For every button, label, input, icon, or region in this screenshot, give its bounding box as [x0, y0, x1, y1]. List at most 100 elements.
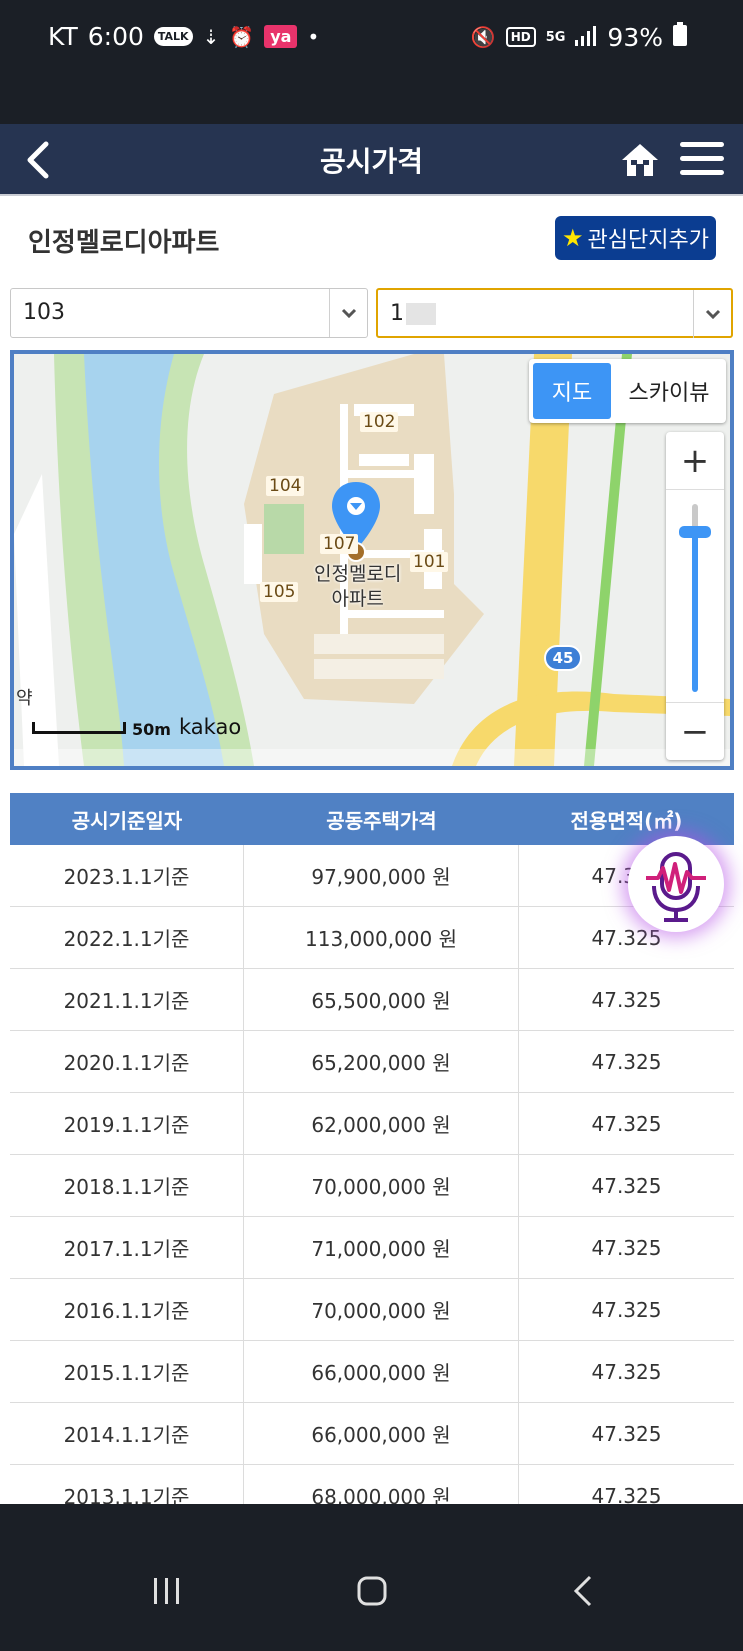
cell-date: 2018.1.1기준 [10, 1155, 244, 1216]
tab-map[interactable]: 지도 [533, 363, 611, 419]
home-icon [622, 144, 658, 176]
building-label-101: 101 [410, 552, 449, 572]
place-label-line2: 아파트 [331, 588, 384, 610]
cell-price: 62,000,000 원 [244, 1093, 519, 1154]
table-row: 2013.1.1기준 68,000,000 원 47.325 [10, 1465, 734, 1504]
cell-date: 2023.1.1기준 [10, 845, 244, 906]
place-label-line1: 인정멜로디 [314, 563, 402, 585]
app-header: 공시가격 [0, 124, 743, 196]
home-nav-button[interactable] [356, 1574, 388, 1608]
table-row: 2020.1.1기준 65,200,000 원 47.325 [10, 1031, 734, 1093]
cell-area: 47.325 [591, 1359, 662, 1384]
table-row: 2016.1.1기준 70,000,000 원 47.325 [10, 1279, 734, 1341]
hamburger-menu-icon [680, 142, 724, 147]
map-place-label: 인정멜로디 아파트 [314, 562, 401, 612]
header-price: 공동주택가격 [326, 808, 437, 833]
complex-name: 인정멜로디아파트 [28, 228, 220, 258]
back-nav-icon [573, 1575, 592, 1607]
building-select[interactable]: 103 [10, 288, 368, 338]
price-table: 공시기준일자 공동주택가격 전용면적(㎡) 2023.1.1기준 97,900,0… [10, 793, 734, 1504]
cell-price: 113,000,000 원 [244, 907, 519, 968]
cell-area: 47.325 [591, 1049, 662, 1074]
cell-area: 47.325 [591, 987, 662, 1012]
cell-price: 68,000,000 원 [244, 1465, 519, 1504]
cell-price: 65,500,000 원 [244, 969, 519, 1030]
cell-date: 2019.1.1기준 [10, 1093, 244, 1154]
zoom-out-button[interactable]: − [666, 702, 724, 760]
table-row: 2018.1.1기준 70,000,000 원 47.325 [10, 1155, 734, 1217]
map-scale-label: 50m [132, 720, 171, 739]
home-button[interactable] [620, 140, 660, 180]
microphone-icon [646, 852, 706, 922]
cell-price: 66,000,000 원 [244, 1341, 519, 1402]
signal-icon [575, 23, 597, 52]
map-scale-bar [32, 722, 126, 734]
building-label-104: 104 [266, 476, 305, 496]
mute-icon: 🔇 [470, 25, 496, 49]
alarm-icon: ⏰ [229, 24, 255, 49]
table-row: 2022.1.1기준 113,000,000 원 47.325 [10, 907, 734, 969]
map-marker-icon[interactable] [332, 482, 380, 552]
cell-date: 2022.1.1기준 [10, 907, 244, 968]
status-bar: KT 6:00 TALK ⇣ ⏰ ya • 🔇 HD 5G 93% [0, 0, 743, 78]
system-navigation-bar [0, 1504, 743, 1651]
cell-date: 2017.1.1기준 [10, 1217, 244, 1278]
cell-price: 70,000,000 원 [244, 1279, 519, 1340]
home-nav-icon [357, 1576, 387, 1606]
add-favorite-complex-button[interactable]: ★ 관심단지추가 [555, 216, 716, 260]
table-row: 2023.1.1기준 97,900,000 원 47.325 [10, 845, 734, 907]
building-select-value: 103 [23, 300, 65, 325]
phone-screen: KT 6:00 TALK ⇣ ⏰ ya • 🔇 HD 5G 93% 공시가격 인… [0, 0, 743, 1651]
location-map[interactable]: 102 104 107 101 105 인정멜로디 아파트 45 약 지도 스카… [10, 350, 734, 770]
download-notification-icon: ⇣ [202, 24, 220, 49]
zoom-slider-track[interactable] [692, 532, 698, 692]
map-attribution: kakao [179, 715, 242, 739]
carrier-label: KT [48, 22, 78, 51]
building-label-105: 105 [260, 582, 299, 602]
unit-select[interactable]: 1 [376, 288, 733, 338]
add-favorite-label: 관심단지추가 [587, 228, 709, 253]
battery-percentage: 93% [607, 22, 663, 52]
map-edge-label: 약 [16, 688, 33, 709]
menu-button[interactable] [680, 142, 724, 178]
zoom-control: + − [666, 432, 724, 760]
battery-icon [673, 22, 687, 52]
kakaotalk-notification-icon: TALK [153, 27, 193, 46]
unit-select-value: 1 [390, 301, 404, 326]
5g-icon: 5G [545, 29, 566, 45]
hamburger-line [680, 156, 724, 161]
voice-assistant-button[interactable] [628, 836, 724, 932]
cell-price: 65,200,000 원 [244, 1031, 519, 1092]
table-row: 2019.1.1기준 62,000,000 원 47.325 [10, 1093, 734, 1155]
header-date: 공시기준일자 [71, 808, 183, 833]
cell-date: 2013.1.1기준 [10, 1465, 244, 1504]
cell-date: 2020.1.1기준 [10, 1031, 244, 1092]
cell-area: 47.325 [591, 1421, 662, 1446]
ya-app-notification-icon: ya [264, 25, 298, 48]
redacted-unit-number [406, 303, 436, 325]
back-nav-button[interactable] [570, 1574, 596, 1608]
zoom-slider-handle[interactable] [679, 526, 711, 539]
cell-price: 71,000,000 원 [244, 1217, 519, 1278]
recent-apps-button[interactable] [150, 1576, 184, 1606]
table-row: 2017.1.1기준 71,000,000 원 47.325 [10, 1217, 734, 1279]
cell-area: 47.325 [591, 1235, 662, 1260]
road-number-badge: 45 [544, 645, 582, 671]
table-row: 2014.1.1기준 66,000,000 원 47.325 [10, 1403, 734, 1465]
table-row: 2015.1.1기준 66,000,000 원 47.325 [10, 1341, 734, 1403]
cell-price: 66,000,000 원 [244, 1403, 519, 1464]
cell-price: 70,000,000 원 [244, 1155, 519, 1216]
clock: 6:00 [87, 22, 144, 51]
hamburger-line [680, 170, 724, 175]
cell-price: 97,900,000 원 [244, 845, 519, 906]
zoom-in-button[interactable]: + [666, 432, 724, 490]
table-header: 공시기준일자 공동주택가격 전용면적(㎡) [10, 793, 734, 845]
table-row: 2021.1.1기준 65,500,000 원 47.325 [10, 969, 734, 1031]
tab-skyview[interactable]: 스카이뷰 [615, 363, 723, 419]
cell-date: 2015.1.1기준 [10, 1341, 244, 1402]
cell-area: 47.325 [591, 1173, 662, 1198]
map-type-toggle: 지도 스카이뷰 [529, 359, 726, 423]
cell-date: 2014.1.1기준 [10, 1403, 244, 1464]
more-notifications-dot: • [307, 24, 320, 49]
cell-area: 47.325 [591, 1111, 662, 1136]
